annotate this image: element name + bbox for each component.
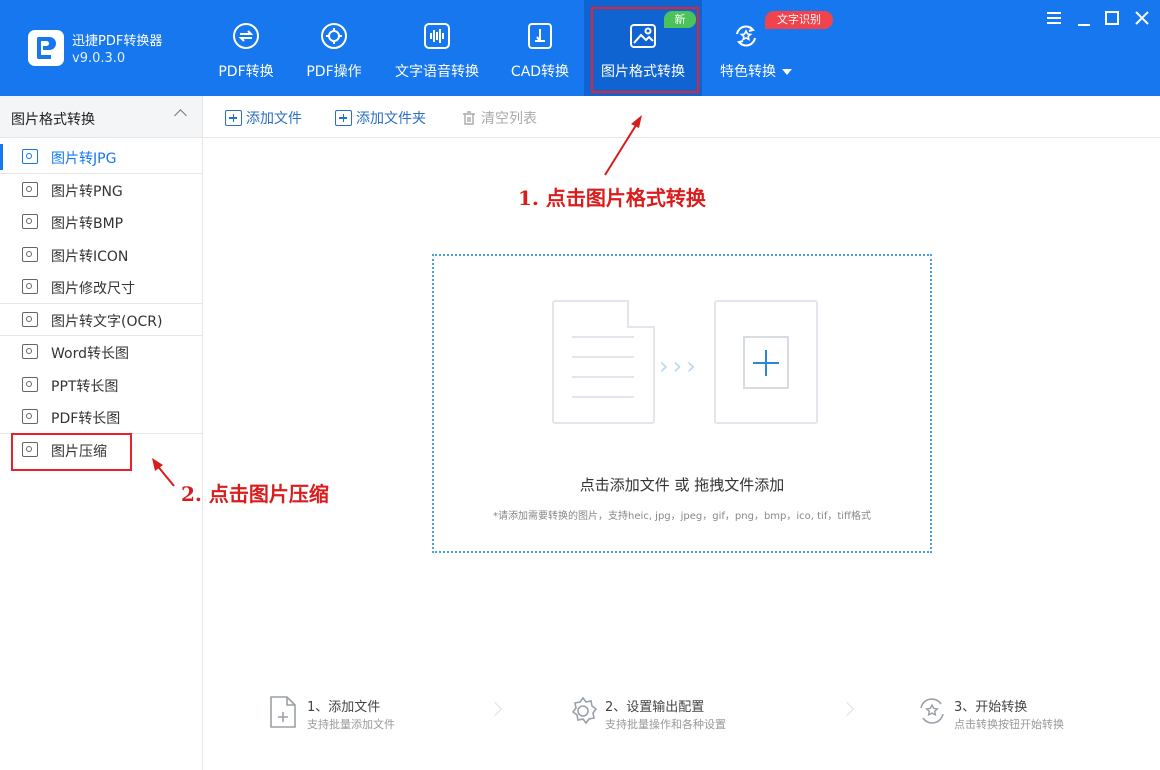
- add-folder-button[interactable]: 添加文件夹: [335, 108, 426, 128]
- sidebar-item-label: 图片转PNG: [51, 184, 123, 200]
- sidebar-item-label: 图片转JPG: [51, 151, 117, 167]
- sidebar-item-pdf-long[interactable]: PDF转长图: [0, 400, 202, 432]
- refresh-star-icon: [920, 698, 944, 724]
- sidebar-item-resize[interactable]: 图片修改尺寸: [0, 270, 202, 302]
- highlight-frame: [11, 433, 132, 471]
- sidebar-item-icon[interactable]: 图片转ICON: [0, 238, 202, 270]
- image-icon: [22, 409, 38, 424]
- nav-pdf-convert[interactable]: PDF转换: [206, 0, 286, 96]
- arrows-icon: ›››: [659, 352, 700, 380]
- app-name: 迅捷PDF转换器: [72, 34, 163, 49]
- nav-label: PDF操作: [306, 64, 362, 80]
- clear-list-button[interactable]: 清空列表: [461, 108, 537, 128]
- chevron-up-icon[interactable]: [174, 109, 187, 122]
- sidebar-item-jpg[interactable]: 图片转JPG: [0, 140, 202, 172]
- nav-label: 特色转换: [708, 61, 804, 81]
- sidebar-item-ppt-long[interactable]: PPT转长图: [0, 368, 202, 400]
- nav-cad[interactable]: CAD转换: [500, 0, 580, 96]
- sidebar-item-png[interactable]: 图片转PNG: [0, 173, 202, 205]
- minimize-icon[interactable]: [1074, 8, 1094, 28]
- chevron-right-icon: [839, 701, 855, 717]
- add-file-button[interactable]: 添加文件: [225, 108, 302, 128]
- step-title: 2、设置输出配置: [605, 700, 705, 715]
- close-icon[interactable]: [1132, 8, 1152, 28]
- text-icon: [22, 312, 38, 327]
- nav-pdf-operate[interactable]: PDF操作: [294, 0, 374, 96]
- toolbar: 添加文件 添加文件夹 清空列表: [203, 96, 1160, 138]
- refresh-star-icon: [736, 25, 756, 47]
- chevron-right-icon: [487, 701, 503, 717]
- sidebar-item-word-long[interactable]: Word转长图: [0, 335, 202, 367]
- menu-icon[interactable]: [1044, 8, 1064, 28]
- sidebar-item-label: 图片修改尺寸: [51, 281, 135, 297]
- maximize-icon[interactable]: [1102, 8, 1122, 28]
- drop-zone-hint: *请添加需要转换的图片，支持heic, jpg，jpeg，gif，png，bmp…: [493, 511, 871, 522]
- step-subtitle: 支持批量添加文件: [307, 718, 395, 731]
- nav-label: PDF转换: [218, 64, 274, 80]
- sidebar-title: 图片格式转换: [11, 112, 95, 128]
- sidebar-item-label: PDF转长图: [51, 411, 121, 427]
- step-title: 1、添加文件: [307, 700, 381, 715]
- sidebar-item-label: 图片转文字(OCR): [51, 314, 163, 330]
- pdf-convert-icon: [233, 23, 259, 49]
- image-icon: [22, 149, 38, 164]
- plus-icon: [765, 350, 767, 376]
- annotation-step1: 1. 点击图片格式转换: [518, 186, 706, 210]
- gear-icon: [571, 696, 598, 725]
- annotation-arrow: [604, 115, 642, 176]
- sidebar-item-label: Word转长图: [51, 346, 129, 362]
- image-icon: [22, 182, 38, 197]
- document-icon: [552, 300, 655, 424]
- add-folder-icon: [335, 110, 352, 126]
- add-file-icon: [270, 696, 296, 728]
- word-icon: [22, 344, 38, 359]
- sidebar-item-label: 图片转ICON: [51, 249, 129, 265]
- pdf-operate-icon: [321, 23, 347, 49]
- nav-label: CAD转换: [510, 64, 570, 80]
- app-version: v9.0.3.0: [72, 51, 126, 66]
- chevron-down-icon: [782, 69, 792, 75]
- ppt-icon: [22, 377, 38, 392]
- image-icon: [22, 214, 38, 229]
- nav-voice[interactable]: 文字语音转换: [388, 0, 486, 96]
- sidebar-item-label: PPT转长图: [51, 379, 119, 395]
- voice-icon: [424, 23, 450, 49]
- step-subtitle: 支持批量操作和各种设置: [605, 718, 726, 731]
- app-logo-icon: [28, 30, 64, 66]
- step-title: 3、开始转换: [954, 700, 1028, 715]
- annotation-step2: 2. 点击图片压缩: [181, 482, 329, 506]
- step-subtitle: 点击转换按钮开始转换: [954, 718, 1064, 731]
- sidebar: 图片格式转换 图片转JPG 图片转PNG 图片转BMP 图片转ICON 图片修改…: [0, 96, 203, 770]
- sidebar-header[interactable]: 图片格式转换: [0, 96, 202, 138]
- image-icon: [22, 247, 38, 262]
- drop-zone-text: 点击添加文件 或 拖拽文件添加: [579, 476, 785, 494]
- sidebar-item-ocr[interactable]: 图片转文字(OCR): [0, 303, 202, 335]
- title-bar: 迅捷PDF转换器 v9.0.3.0 PDF转换 PDF操作 文字语音转换 CAD…: [0, 0, 1160, 96]
- image-icon: [22, 279, 38, 294]
- new-badge: 新: [664, 11, 696, 28]
- trash-icon: [463, 111, 475, 125]
- cad-icon: [528, 23, 552, 49]
- ocr-badge: 文字识别: [765, 11, 833, 29]
- annotation-arrow: [152, 458, 175, 487]
- nav-label: 文字语音转换: [395, 64, 479, 80]
- add-file-icon: [225, 110, 242, 126]
- sidebar-item-label: 图片转BMP: [51, 216, 124, 232]
- sidebar-item-bmp[interactable]: 图片转BMP: [0, 205, 202, 237]
